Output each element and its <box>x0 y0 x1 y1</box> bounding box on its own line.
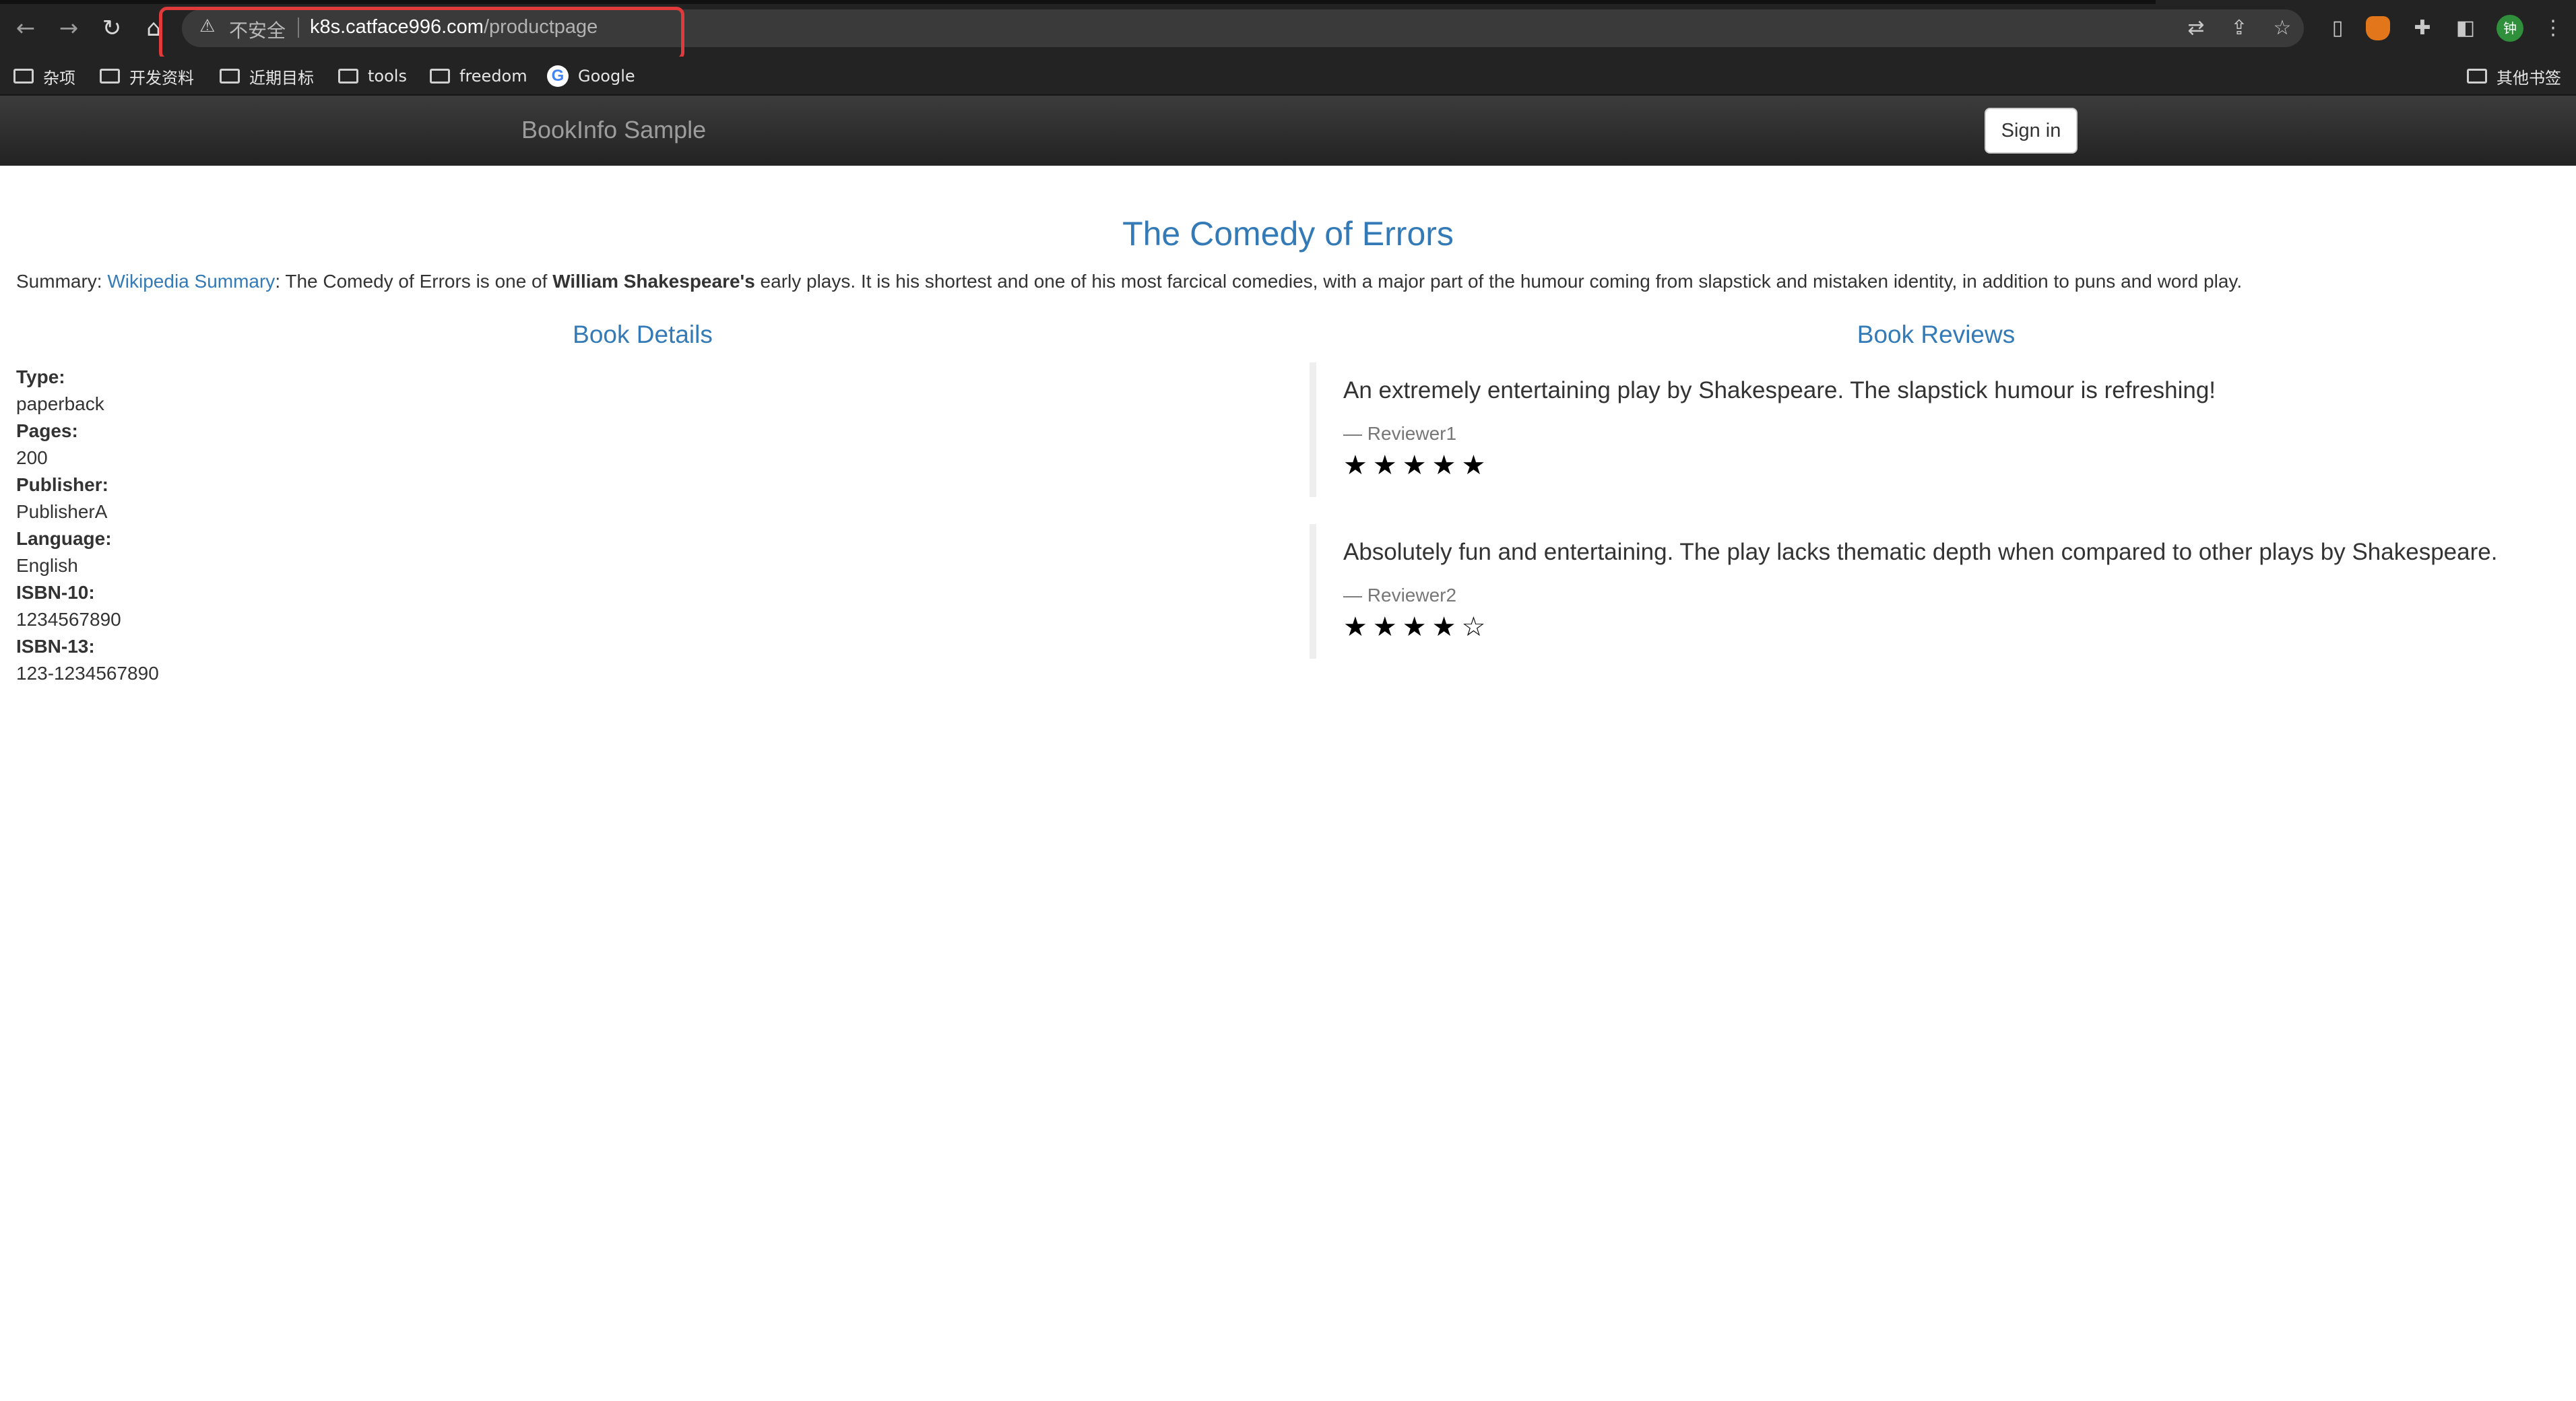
extensions-icon[interactable]: ✚ <box>2409 15 2436 42</box>
url-highlight-annotation <box>159 7 684 61</box>
page-title: The Comedy of Errors <box>1122 215 1454 253</box>
star-rating: ★★★★☆ <box>1343 612 1491 643</box>
menu-icon[interactable]: ⋮ <box>2540 15 2567 42</box>
bookmark-folder[interactable]: tools <box>338 63 407 89</box>
bookmark-label: 近期目标 <box>249 68 314 88</box>
summary-text: : The Comedy of Errors is one of <box>275 271 553 292</box>
profile-avatar[interactable]: 钟 <box>2497 15 2523 42</box>
folder-icon <box>220 69 240 84</box>
bookmark-label: 开发资料 <box>129 68 194 88</box>
bookmark-star-icon[interactable]: ☆ <box>2269 15 2296 42</box>
folder-icon <box>338 69 358 84</box>
folder-icon <box>2467 69 2487 84</box>
google-icon: G <box>547 65 569 87</box>
isbn13-label: ISBN-13: <box>16 636 95 657</box>
type-label: Type: <box>16 366 65 387</box>
tab-strip-edge <box>0 0 2156 4</box>
other-bookmarks[interactable]: 其他书签 <box>2467 63 2561 89</box>
folder-icon <box>13 69 34 84</box>
reading-list-icon[interactable]: ▯ <box>2324 15 2351 42</box>
language-label: Language: <box>16 528 112 549</box>
other-bookmarks-label: 其他书签 <box>2497 68 2561 88</box>
star-rating: ★★★★★ <box>1343 450 1491 481</box>
language-value: English <box>16 555 78 576</box>
isbn10-value: 1234567890 <box>16 609 121 630</box>
review-text: An extremely entertaining play by Shakes… <box>1343 377 2216 403</box>
side-panel-icon[interactable]: ◧ <box>2452 15 2479 42</box>
pages-label: Pages: <box>16 420 78 441</box>
product-summary: Summary: Wikipedia Summary: The Comedy o… <box>16 271 2563 292</box>
isbn10-label: ISBN-10: <box>16 582 95 603</box>
navbar-brand[interactable]: BookInfo Sample <box>521 116 706 144</box>
bookmark-folder[interactable]: 近期目标 <box>220 63 314 89</box>
isbn13-value: 123-1234567890 <box>16 663 159 684</box>
summary-author: William Shakespeare's <box>552 271 755 292</box>
metamask-icon[interactable] <box>2366 16 2390 40</box>
review-item: An extremely entertaining play by Shakes… <box>1310 362 2563 497</box>
summary-prefix: Summary: <box>16 271 108 292</box>
bookmark-label: 杂项 <box>43 68 75 88</box>
bookmarks-bar: 杂项 开发资料 近期目标 tools freedom G Google 其他书签 <box>0 57 2576 96</box>
bookmark-folder[interactable]: 杂项 <box>13 63 75 89</box>
back-icon[interactable]: ← <box>12 15 39 42</box>
bookmark-label: freedom <box>459 67 527 86</box>
forward-icon[interactable]: → <box>55 15 82 42</box>
reviewer-name: — Reviewer2 <box>1343 585 1457 606</box>
reload-icon[interactable]: ↻ <box>98 15 125 42</box>
publisher-label: Publisher: <box>16 474 108 495</box>
bookmark-label: Google <box>578 67 635 86</box>
book-details-heading: Book Details <box>573 321 713 348</box>
browser-toolbar: ← → ↻ ⌂ ⚠ 不安全 k8s.catface996.com /produc… <box>0 0 2576 61</box>
sign-in-button[interactable]: Sign in <box>1985 108 2078 154</box>
translate-icon[interactable]: ⇄ <box>2183 15 2210 42</box>
type-value: paperback <box>16 393 104 414</box>
review-item: Absolutely fun and entertaining. The pla… <box>1310 524 2563 659</box>
book-reviews-heading: Book Reviews <box>1857 321 2016 348</box>
share-icon[interactable]: ⇪ <box>2226 15 2253 42</box>
bookmark-google[interactable]: G Google <box>547 63 635 89</box>
bookmark-folder[interactable]: freedom <box>430 63 527 89</box>
publisher-value: PublisherA <box>16 501 108 522</box>
summary-text-rest: early plays. It is his shortest and one … <box>754 271 2243 292</box>
folder-icon <box>430 69 450 84</box>
bookmark-label: tools <box>368 67 407 86</box>
site-navbar: BookInfo Sample Sign in <box>0 96 2576 166</box>
pages-value: 200 <box>16 447 48 468</box>
folder-icon <box>100 69 120 84</box>
wikipedia-summary-link[interactable]: Wikipedia Summary <box>107 271 275 292</box>
review-text: Absolutely fun and entertaining. The pla… <box>1343 539 2498 565</box>
book-details: Type: paperback Pages: 200 Publisher: Pu… <box>16 364 622 687</box>
reviewer-name: — Reviewer1 <box>1343 423 1457 444</box>
bookmark-folder[interactable]: 开发资料 <box>100 63 194 89</box>
